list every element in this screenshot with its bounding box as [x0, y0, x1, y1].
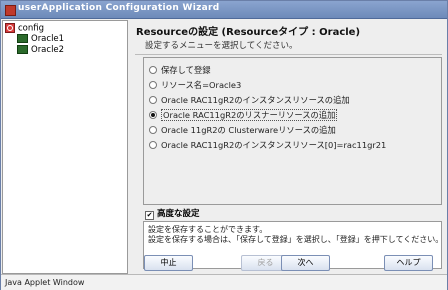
- option-label: Oracle RAC11gR2のインスタンスリソース[0]=rac11gr21: [161, 140, 387, 150]
- option-add-clusterware-resource[interactable]: Oracle 11gR2の Clusterwareリソースの追加: [149, 124, 336, 136]
- option-add-instance-resource[interactable]: Oracle RAC11gR2のインスタンスリソースの追加: [149, 94, 350, 106]
- radio-icon[interactable]: [149, 81, 157, 89]
- tree-item-oracle1[interactable]: Oracle1: [17, 34, 64, 45]
- settings-panel: Resourceの設定 (Resourceタイプ : Oracle) 設定するメ…: [129, 20, 446, 272]
- option-label: Oracle RAC11gR2のリスナーリソースの追加: [161, 109, 338, 121]
- window-title: userApplication Configuration Wizard: [18, 3, 220, 13]
- option-instance-resource-0[interactable]: Oracle RAC11gR2のインスタンスリソース[0]=rac11gr21: [149, 139, 386, 151]
- resource-node-icon: [17, 45, 28, 54]
- option-resource-name[interactable]: リソース名=Oracle3: [149, 79, 241, 91]
- panel-subtitle: 設定するメニューを選択してください。: [145, 41, 298, 51]
- separator: [135, 54, 442, 55]
- next-button[interactable]: 次へ: [281, 255, 330, 271]
- config-icon: [5, 23, 15, 33]
- description-line: 設定を保存する場合は、「保存して登録」を選択し、「登録」を押下してください。: [148, 235, 444, 244]
- resource-node-icon: [17, 34, 28, 43]
- tree-label-config: config: [18, 23, 45, 34]
- panel-heading: Resourceの設定 (Resourceタイプ : Oracle): [136, 27, 361, 38]
- radio-icon[interactable]: [149, 96, 157, 104]
- tree-item-config[interactable]: config: [5, 23, 44, 34]
- menu-options-list: 保存して登録 リソース名=Oracle3 Oracle RAC11gR2のインス…: [143, 57, 442, 205]
- title-bar[interactable]: userApplication Configuration Wizard: [1, 1, 447, 19]
- advanced-settings-label: 高度な設定: [157, 209, 200, 219]
- app-icon: [5, 5, 16, 16]
- help-button[interactable]: ヘルプ: [384, 255, 433, 271]
- checkbox-checked-icon[interactable]: ✔: [145, 211, 154, 220]
- button-bar: 中止 戻る 次へ ヘルプ: [129, 255, 447, 273]
- radio-icon[interactable]: [149, 126, 157, 134]
- tree-item-oracle2[interactable]: Oracle2: [17, 45, 64, 56]
- radio-icon[interactable]: [149, 141, 157, 149]
- tree-label-oracle2: Oracle2: [31, 45, 65, 55]
- option-label: Oracle 11gR2の Clusterwareリソースの追加: [161, 125, 336, 135]
- wizard-window: userApplication Configuration Wizard con…: [0, 0, 448, 290]
- cancel-button[interactable]: 中止: [144, 255, 193, 271]
- option-label: 保存して登録: [161, 65, 211, 75]
- status-bar: Java Applet Window: [1, 274, 447, 290]
- option-add-listener-resource[interactable]: Oracle RAC11gR2のリスナーリソースの追加: [149, 109, 338, 121]
- option-label: Oracle RAC11gR2のインスタンスリソースの追加: [161, 95, 350, 105]
- tree-label-oracle1: Oracle1: [31, 34, 65, 44]
- option-save-and-register[interactable]: 保存して登録: [149, 64, 211, 76]
- radio-icon[interactable]: [149, 66, 157, 74]
- status-text: Java Applet Window: [5, 278, 85, 287]
- advanced-settings-checkbox[interactable]: ✔ 高度な設定: [145, 207, 200, 220]
- option-label: リソース名=Oracle3: [161, 80, 242, 90]
- config-tree[interactable]: config Oracle1 Oracle2: [2, 20, 128, 274]
- radio-selected-icon[interactable]: [149, 111, 157, 119]
